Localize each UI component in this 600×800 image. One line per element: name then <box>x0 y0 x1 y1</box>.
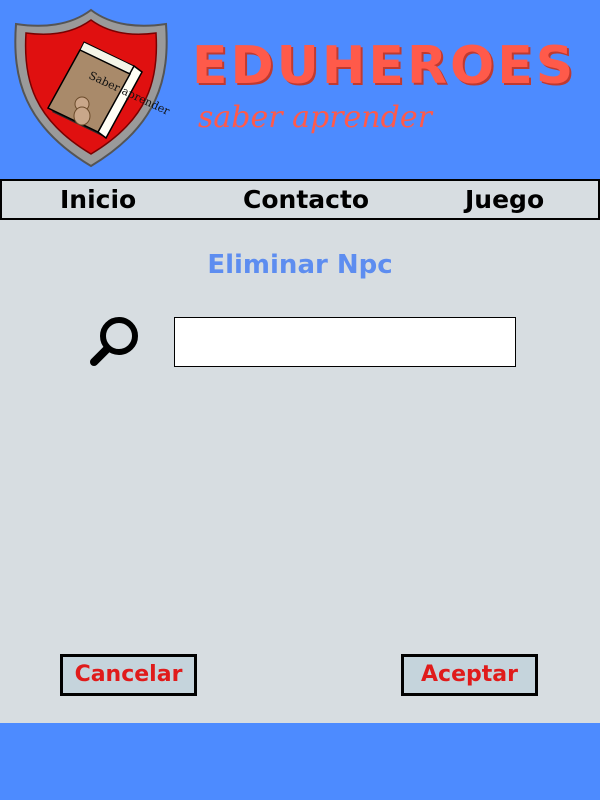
cancel-button[interactable]: Cancelar <box>60 654 197 696</box>
shield-book-icon: Saber aprender <box>10 8 172 170</box>
page-title: Eliminar Npc <box>207 250 393 280</box>
accept-button[interactable]: Aceptar <box>401 654 538 696</box>
search-icon[interactable] <box>88 314 142 368</box>
search-input[interactable] <box>174 317 516 367</box>
brand-subtitle: saber aprender <box>198 100 432 135</box>
brand-title: EDUHEROES <box>192 36 577 96</box>
header: Saber aprender EDUHEROES saber aprender <box>0 0 600 180</box>
nav-item-juego[interactable]: Juego <box>465 181 544 218</box>
main-nav: Inicio Contacto Juego <box>0 179 600 220</box>
main-content: Eliminar Npc Cancelar Aceptar <box>0 220 600 723</box>
nav-item-inicio[interactable]: Inicio <box>60 181 136 218</box>
nav-item-contacto[interactable]: Contacto <box>243 181 369 218</box>
footer <box>0 723 600 800</box>
